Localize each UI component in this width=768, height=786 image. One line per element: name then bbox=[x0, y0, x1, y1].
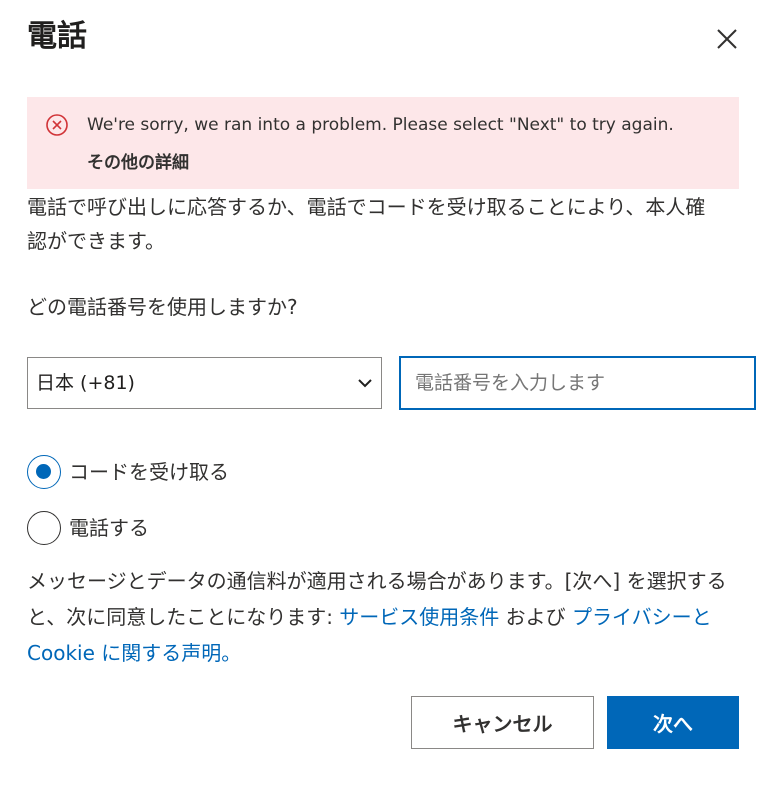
error-message: We're sorry, we ran into a problem. Plea… bbox=[87, 115, 674, 135]
phone-number-input[interactable] bbox=[399, 356, 756, 410]
description-text: 電話で呼び出しに応答するか、電話でコードを受け取ることにより、本人確認ができます… bbox=[27, 195, 706, 253]
radio-button-checked[interactable] bbox=[27, 455, 61, 489]
error-details-link[interactable]: その他の詳細 bbox=[87, 151, 189, 175]
radio-call[interactable]: 電話する bbox=[27, 511, 177, 545]
country-code-select[interactable]: 日本 (+81) bbox=[27, 357, 382, 409]
data-rates-disclaimer: メッセージとデータの通信料が適用される場合があります。[次へ] を選択すると、次… bbox=[27, 563, 747, 671]
radio-label-call: 電話する bbox=[69, 516, 149, 540]
terms-of-service-link[interactable]: サービス使用条件 bbox=[339, 605, 499, 629]
error-banner: We're sorry, we ran into a problem. Plea… bbox=[27, 97, 739, 189]
close-button[interactable] bbox=[710, 22, 744, 56]
close-icon bbox=[717, 29, 737, 49]
error-circle-x-icon bbox=[46, 114, 68, 136]
phone-number-question: どの電話番号を使用しますか? bbox=[27, 295, 298, 319]
dialog-title: 電話 bbox=[27, 19, 87, 54]
country-code-value: 日本 (+81) bbox=[36, 372, 135, 394]
disclaimer-connector: および bbox=[499, 605, 573, 629]
radio-receive-code[interactable]: コードを受け取る bbox=[27, 455, 267, 489]
next-button[interactable]: 次へ bbox=[607, 696, 739, 749]
radio-button-unchecked[interactable] bbox=[27, 511, 61, 545]
cancel-button[interactable]: キャンセル bbox=[411, 696, 594, 749]
radio-label-receive-code: コードを受け取る bbox=[69, 460, 229, 484]
radio-dot bbox=[36, 464, 51, 479]
chevron-down-icon bbox=[358, 379, 372, 388]
